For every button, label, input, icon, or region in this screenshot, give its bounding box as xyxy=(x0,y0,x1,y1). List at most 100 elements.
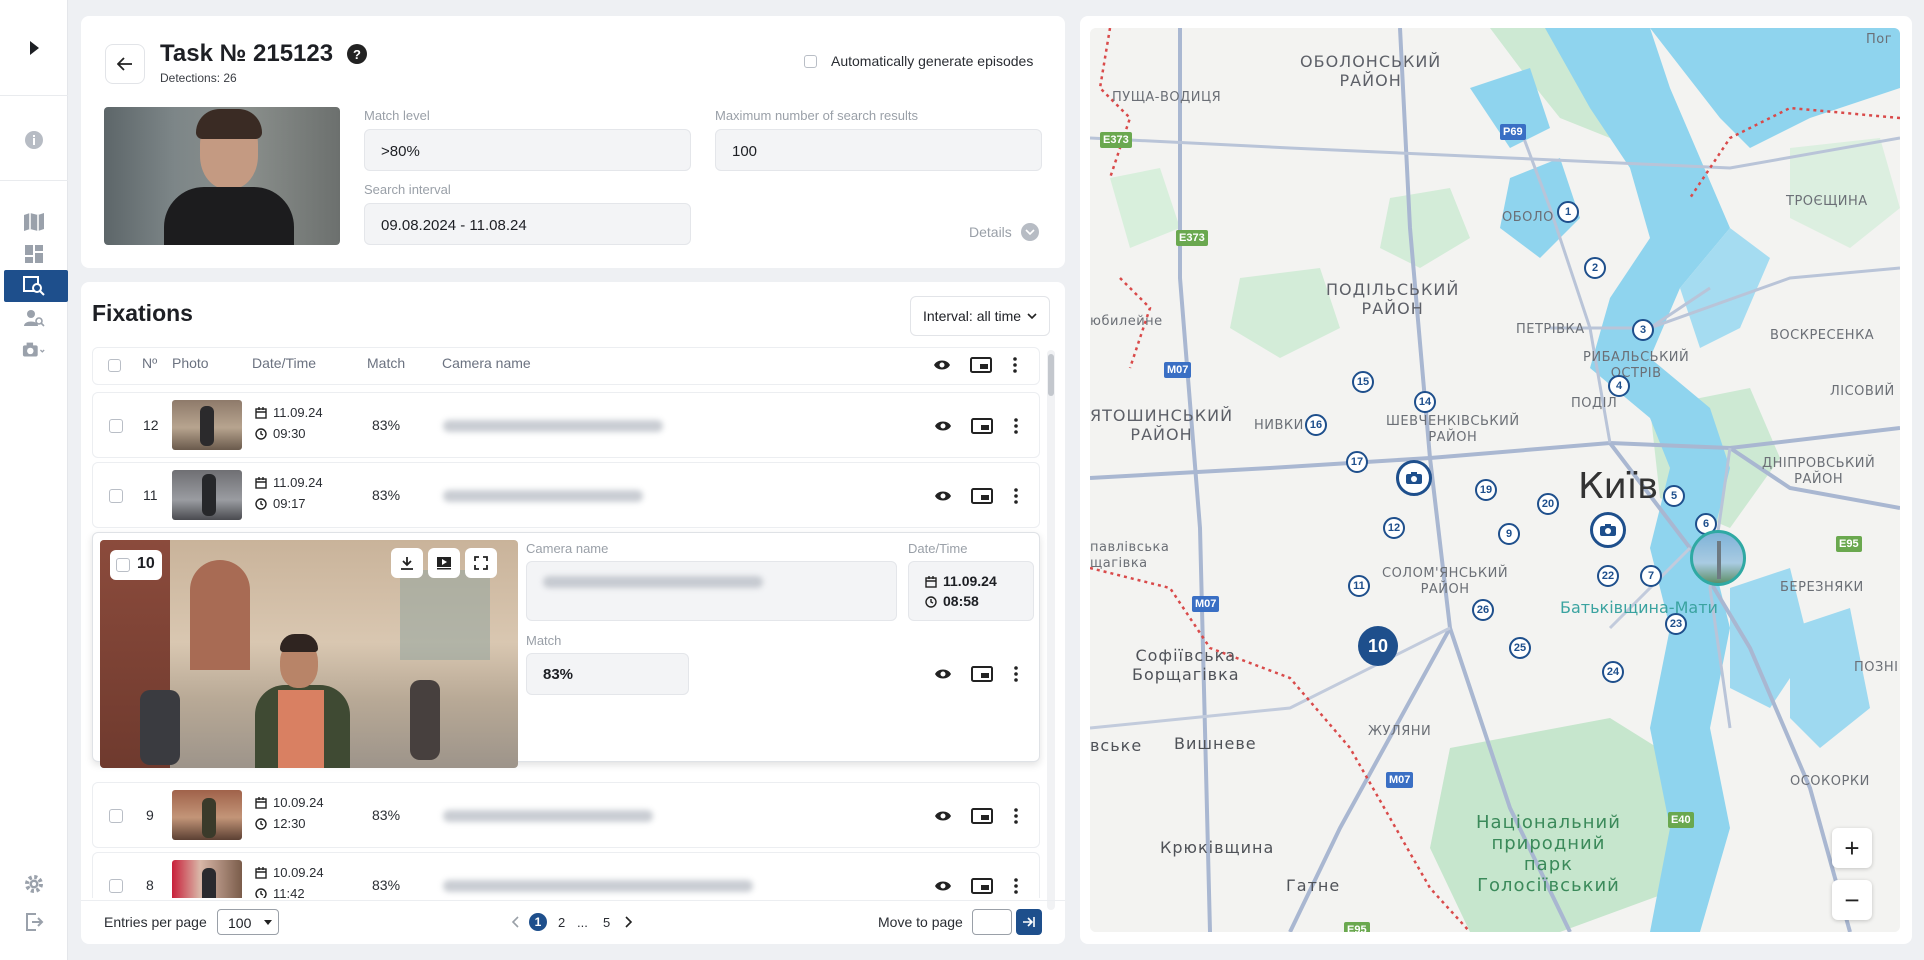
map-pin-1[interactable]: 1 xyxy=(1557,201,1579,223)
match-level-field[interactable]: >80% xyxy=(364,129,691,171)
map-pin-22[interactable]: 22 xyxy=(1597,565,1619,587)
logout-icon[interactable] xyxy=(22,910,46,934)
map-icon[interactable] xyxy=(22,210,46,234)
video-icon[interactable] xyxy=(428,548,460,578)
map-pin-23[interactable]: 23 xyxy=(1665,613,1687,635)
expand-sidebar-icon[interactable] xyxy=(22,36,46,60)
map-pin-25[interactable]: 25 xyxy=(1509,637,1531,659)
caret-down-icon xyxy=(264,920,272,925)
row-camera-blurred xyxy=(443,490,643,502)
map-pin-14[interactable]: 14 xyxy=(1414,391,1436,413)
picture-in-picture-icon[interactable] xyxy=(970,662,994,686)
details-toggle[interactable]: Details xyxy=(969,224,1012,240)
max-results-field[interactable]: 100 xyxy=(715,129,1042,171)
face-search-icon[interactable] xyxy=(22,274,46,298)
select-all-checkbox[interactable] xyxy=(108,359,121,372)
landmark-photo-pin[interactable] xyxy=(1690,530,1746,586)
calendar-icon xyxy=(255,477,267,489)
eye-icon[interactable] xyxy=(931,874,955,898)
row-checkbox[interactable] xyxy=(109,419,123,433)
picture-in-picture-icon[interactable] xyxy=(970,804,994,828)
prev-page-icon[interactable] xyxy=(511,916,519,928)
move-to-page-input[interactable] xyxy=(972,909,1012,935)
table-row[interactable]: 8 10.09.24 11:42 83% xyxy=(92,852,1040,898)
back-button[interactable] xyxy=(105,44,145,84)
zoom-out-button[interactable]: − xyxy=(1832,880,1872,920)
row-photo[interactable] xyxy=(172,860,242,898)
picture-in-picture-icon[interactable] xyxy=(970,874,994,898)
page-5[interactable]: 5 xyxy=(603,915,610,930)
camera-menu-icon[interactable] xyxy=(22,338,46,362)
settings-icon[interactable] xyxy=(22,872,46,896)
map-pin-2[interactable]: 2 xyxy=(1584,257,1606,279)
table-row[interactable]: 11 11.09.24 09:17 83% xyxy=(92,462,1040,528)
map-pin-17[interactable]: 17 xyxy=(1346,451,1368,473)
map-pin-15[interactable]: 15 xyxy=(1352,371,1374,393)
map-pin-19[interactable]: 19 xyxy=(1475,479,1497,501)
map-pin-12[interactable]: 12 xyxy=(1383,517,1405,539)
interval-select[interactable]: Interval: all time xyxy=(910,296,1050,336)
picture-in-picture-icon[interactable] xyxy=(969,353,993,377)
help-icon[interactable]: ? xyxy=(347,44,367,64)
map-pin-26[interactable]: 26 xyxy=(1472,599,1494,621)
selected-fixation-pin[interactable]: 10 xyxy=(1358,626,1398,666)
map-pin-3[interactable]: 3 xyxy=(1632,319,1654,341)
map-pin-16[interactable]: 16 xyxy=(1305,414,1327,436)
eye-icon[interactable] xyxy=(930,353,954,377)
row-date: 11.09.24 xyxy=(273,475,323,490)
more-vertical-icon[interactable] xyxy=(1004,804,1028,828)
more-vertical-icon[interactable] xyxy=(1004,662,1028,686)
row-photo[interactable] xyxy=(172,790,242,840)
entries-per-page-select[interactable]: 100 xyxy=(217,909,279,935)
row-photo[interactable] xyxy=(172,400,242,450)
eye-icon[interactable] xyxy=(931,484,955,508)
map-pin-20[interactable]: 20 xyxy=(1537,493,1559,515)
expanded-row[interactable]: 10 Camera name Date/Time 11.09.24 08:58 … xyxy=(92,532,1040,768)
map-pin-9[interactable]: 9 xyxy=(1498,523,1520,545)
eye-icon[interactable] xyxy=(931,662,955,686)
info-icon[interactable] xyxy=(22,128,46,152)
row-checkbox[interactable] xyxy=(116,558,130,572)
chevron-down-icon[interactable] xyxy=(1021,223,1039,241)
scrollbar-track[interactable] xyxy=(1047,350,1055,910)
table-row[interactable]: 9 10.09.24 12:30 83% xyxy=(92,782,1040,848)
camera-cluster-pin[interactable] xyxy=(1396,460,1432,496)
page-1[interactable]: 1 xyxy=(529,913,547,931)
next-page-icon[interactable] xyxy=(625,916,633,928)
map-label-bereznyaki: БЕРЕЗНЯКИ xyxy=(1780,580,1864,595)
more-vertical-icon[interactable] xyxy=(1004,874,1028,898)
more-vertical-icon[interactable] xyxy=(1004,414,1028,438)
row-checkbox[interactable] xyxy=(109,489,123,503)
camera-cluster-pin[interactable] xyxy=(1590,512,1626,548)
scrollbar-thumb[interactable] xyxy=(1048,354,1054,396)
expanded-select[interactable]: 10 xyxy=(110,550,162,580)
auto-generate-checkbox[interactable] xyxy=(804,55,817,68)
map-pin-11[interactable]: 11 xyxy=(1348,575,1370,597)
fullscreen-icon[interactable] xyxy=(465,548,497,578)
eye-icon[interactable] xyxy=(931,414,955,438)
camera-name-label: Camera name xyxy=(526,541,609,556)
table-row[interactable]: 12 11.09.24 09:30 83% xyxy=(92,392,1040,458)
more-vertical-icon[interactable] xyxy=(1004,484,1028,508)
map-pin-7[interactable]: 7 xyxy=(1640,565,1662,587)
map-pin-24[interactable]: 24 xyxy=(1602,661,1624,683)
go-to-page-button[interactable] xyxy=(1016,909,1042,935)
road-badge: E373 xyxy=(1100,132,1132,148)
picture-in-picture-icon[interactable] xyxy=(970,484,994,508)
page-2[interactable]: 2 xyxy=(558,915,565,930)
search-interval-field[interactable]: 09.08.2024 - 11.08.24 xyxy=(364,203,691,245)
download-icon[interactable] xyxy=(391,548,423,578)
row-checkbox[interactable] xyxy=(109,879,123,893)
row-photo[interactable] xyxy=(172,470,242,520)
map-pin-5[interactable]: 5 xyxy=(1663,485,1685,507)
row-checkbox[interactable] xyxy=(109,809,123,823)
row-time: 11:42 xyxy=(273,886,305,898)
zoom-in-button[interactable]: + xyxy=(1832,828,1872,868)
person-search-icon[interactable] xyxy=(22,306,46,330)
picture-in-picture-icon[interactable] xyxy=(970,414,994,438)
map-pin-4[interactable]: 4 xyxy=(1608,375,1630,397)
map[interactable]: ОБОЛОНСЬКИЙ РАЙОН ПУЩА-ВОДИЦЯ ОБОЛО ПОДІ… xyxy=(1090,28,1900,932)
eye-icon[interactable] xyxy=(931,804,955,828)
dashboard-icon[interactable] xyxy=(22,242,46,266)
more-vertical-icon[interactable] xyxy=(1003,353,1027,377)
